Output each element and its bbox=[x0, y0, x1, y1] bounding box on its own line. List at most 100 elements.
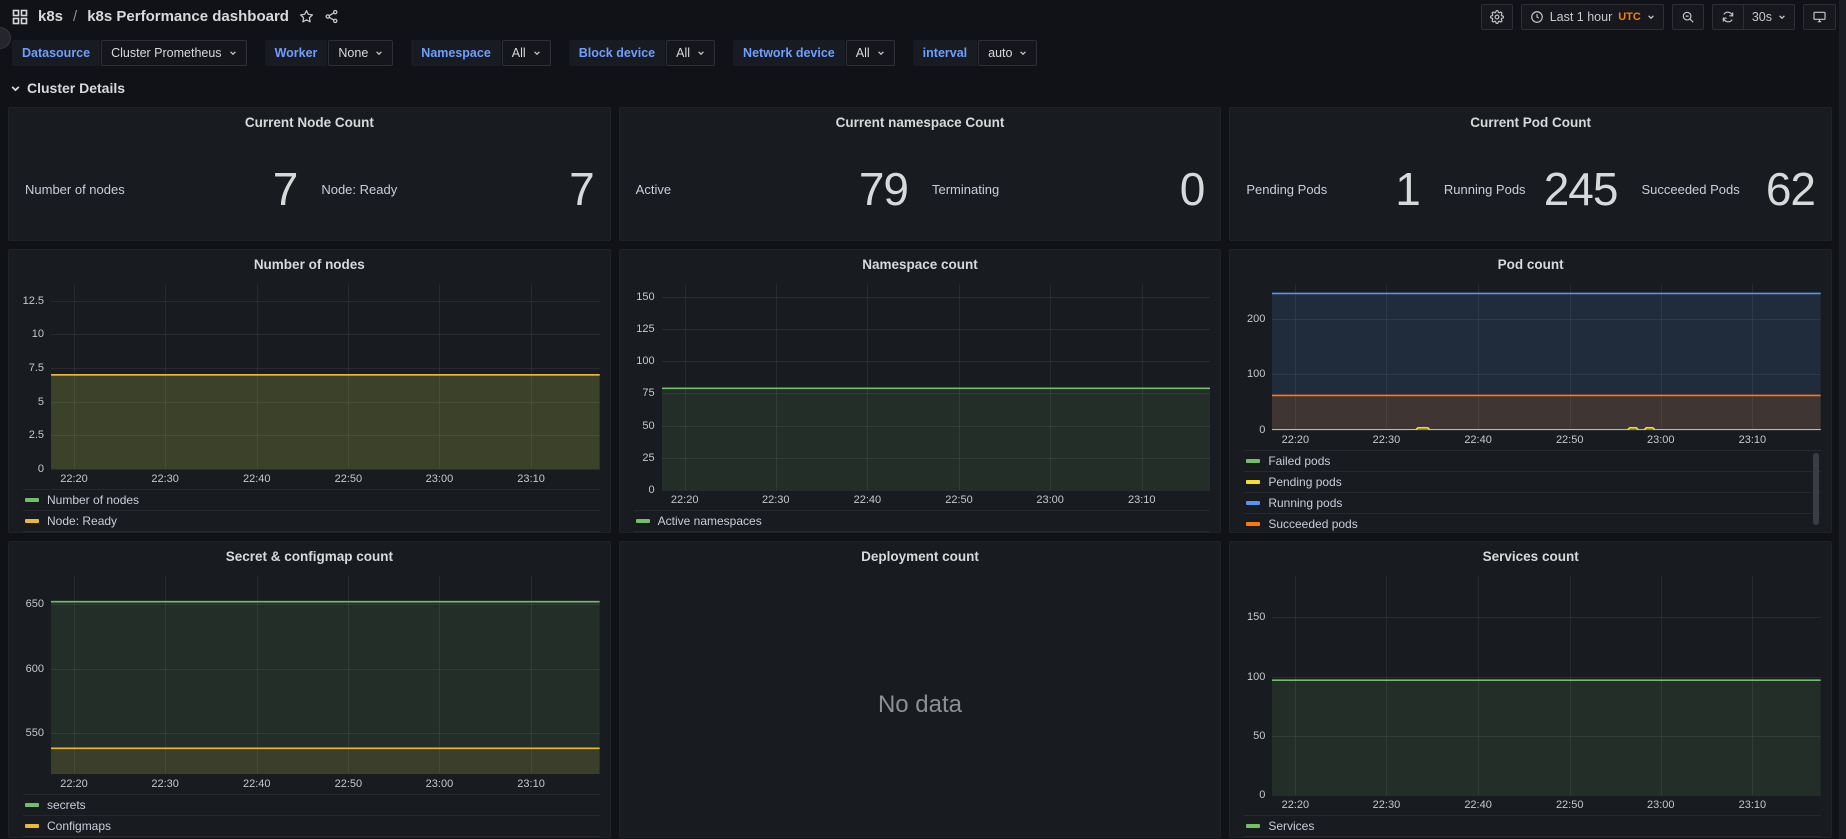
breadcrumb-dashboard-title[interactable]: k8s Performance dashboard bbox=[87, 8, 289, 25]
legend-item[interactable]: Failed pods bbox=[1244, 450, 1821, 471]
legend-label: Active namespaces bbox=[657, 514, 762, 528]
y-axis: 0 25 50 75 100 125 150 bbox=[626, 284, 662, 496]
y-axis: 0 100 200 bbox=[1236, 284, 1272, 436]
legend: Active namespaces bbox=[633, 510, 1211, 532]
legend-swatch bbox=[25, 824, 39, 828]
plot-area: 550 600 650 bbox=[15, 576, 600, 774]
y-axis-tick-label: 200 bbox=[1246, 312, 1266, 325]
stat-value: 79 bbox=[858, 163, 909, 215]
magnifier-minus-icon bbox=[1682, 11, 1694, 23]
legend-swatch bbox=[1246, 480, 1261, 484]
y-axis-tick-label: 0 bbox=[1259, 789, 1266, 801]
top-navbar: k8s / k8s Performance dashboard Last 1 h… bbox=[0, 0, 1846, 33]
x-axis: 22:20 22:30 22:40 22:50 23:00 23:10 bbox=[51, 469, 600, 489]
x-axis-tick-label: 23:00 bbox=[1647, 799, 1675, 811]
panel-title[interactable]: Current Node Count bbox=[9, 108, 610, 138]
legend-item[interactable]: secrets bbox=[23, 794, 600, 815]
plot-canvas[interactable] bbox=[1272, 576, 1821, 796]
panel-title[interactable]: Services count bbox=[1230, 542, 1831, 572]
y-axis-tick-label: 100 bbox=[636, 355, 655, 368]
legend-item[interactable]: Node: Ready bbox=[23, 510, 600, 531]
page-scrollbar[interactable] bbox=[1839, 0, 1846, 839]
x-axis-tick-label: 22:30 bbox=[762, 494, 790, 506]
panel-title[interactable]: Deployment count bbox=[620, 542, 1221, 572]
var-value-block-device[interactable]: All bbox=[666, 40, 716, 66]
time-range-button[interactable]: Last 1 hour UTC bbox=[1520, 3, 1664, 30]
panel-title[interactable]: Current namespace Count bbox=[620, 108, 1221, 138]
legend-item[interactable]: Succeeded pods bbox=[1244, 513, 1821, 532]
x-axis-tick-label: 22:40 bbox=[242, 778, 271, 790]
y-axis-tick-label: 2.5 bbox=[28, 429, 44, 442]
y-axis-tick-label: 0 bbox=[37, 463, 44, 475]
series-area bbox=[51, 374, 600, 469]
x-axis-tick-label: 22:30 bbox=[151, 473, 179, 485]
refresh-button[interactable] bbox=[1711, 3, 1743, 30]
panel-services-count: Services count 0 50 100 150 22:20 22:30 22:40 2… bbox=[1229, 541, 1832, 838]
tv-kiosk-button[interactable] bbox=[1803, 3, 1836, 30]
y-axis-tick-label: 75 bbox=[642, 387, 655, 400]
refresh-interval-dropdown[interactable]: 30s bbox=[1742, 3, 1795, 30]
stat-value: 0 bbox=[1179, 163, 1206, 215]
plot-canvas[interactable] bbox=[1272, 284, 1821, 431]
y-axis-tick-label: 25 bbox=[642, 451, 655, 464]
legend: secrets Configmaps bbox=[23, 794, 600, 837]
breadcrumb-app[interactable]: k8s bbox=[38, 8, 63, 25]
series-svg bbox=[661, 284, 1211, 490]
stat-value: 245 bbox=[1543, 163, 1619, 215]
legend-item[interactable]: Active namespaces bbox=[633, 510, 1211, 531]
x-axis-tick-label: 22:50 bbox=[945, 494, 973, 506]
legend-swatch bbox=[1246, 459, 1261, 463]
var-value-interval[interactable]: auto bbox=[978, 40, 1038, 66]
panel-title[interactable]: Number of nodes bbox=[9, 250, 610, 280]
stat-label: Running Pods bbox=[1443, 181, 1526, 197]
zoom-out-button[interactable] bbox=[1671, 3, 1704, 30]
section-title: Cluster Details bbox=[27, 80, 126, 96]
legend-item[interactable]: Number of nodes bbox=[23, 489, 600, 510]
stat-label: Node: Ready bbox=[321, 181, 398, 197]
time-range-label: Last 1 hour bbox=[1549, 9, 1613, 24]
section-cluster-details[interactable]: Cluster Details bbox=[0, 73, 1846, 107]
x-axis-tick-label: 23:00 bbox=[1036, 494, 1064, 506]
panel-title[interactable]: Current Pod Count bbox=[1230, 108, 1831, 138]
panel-title[interactable]: Secret & configmap count bbox=[9, 542, 610, 572]
x-axis-tick-label: 23:10 bbox=[517, 778, 545, 790]
plot-canvas[interactable] bbox=[51, 284, 600, 470]
var-value-datasource[interactable]: Cluster Prometheus bbox=[101, 40, 247, 66]
legend-item[interactable]: Configmaps bbox=[23, 815, 600, 836]
legend-item[interactable]: Pending pods bbox=[1244, 471, 1821, 492]
apps-grid-icon[interactable] bbox=[12, 9, 28, 25]
y-axis-tick-label: 50 bbox=[642, 419, 655, 432]
legend-swatch bbox=[25, 498, 39, 502]
x-axis-tick-label: 22:30 bbox=[151, 778, 179, 790]
panel-title[interactable]: Pod count bbox=[1230, 250, 1831, 280]
favorite-star-button[interactable] bbox=[299, 9, 314, 24]
series-svg bbox=[51, 284, 600, 469]
legend: Failed pods Pending pods Running pods Succe… bbox=[1244, 450, 1821, 532]
chevron-down-icon bbox=[698, 51, 704, 56]
var-value-namespace[interactable]: All bbox=[501, 40, 551, 66]
legend-scrollbar-thumb[interactable] bbox=[1813, 453, 1819, 525]
var-value-worker[interactable]: None bbox=[328, 40, 394, 66]
stat-label: Succeeded Pods bbox=[1641, 181, 1740, 197]
legend-item[interactable]: Services bbox=[1244, 815, 1821, 836]
dashboard-settings-button[interactable] bbox=[1480, 3, 1513, 30]
series-area bbox=[1272, 680, 1821, 795]
y-axis-tick-label: 125 bbox=[636, 323, 655, 336]
var-value-network-device[interactable]: All bbox=[845, 40, 895, 66]
monitor-icon bbox=[1813, 11, 1826, 22]
series-area bbox=[1272, 395, 1821, 430]
panel-current-namespace-count: Current namespace Count Active 79 Termin… bbox=[618, 107, 1222, 241]
panel-secret-configmap-count: Secret & configmap count 550 600 650 22:20 2… bbox=[8, 541, 611, 838]
y-axis-tick-label: 100 bbox=[1246, 670, 1266, 683]
section-collapse-icon bbox=[11, 85, 20, 91]
share-button[interactable] bbox=[324, 9, 339, 24]
legend-swatch bbox=[25, 803, 39, 807]
stat-label: Terminating bbox=[932, 181, 1000, 197]
plot-canvas[interactable] bbox=[51, 576, 600, 774]
legend-label: Number of nodes bbox=[47, 493, 140, 507]
panel-title[interactable]: Namespace count bbox=[620, 250, 1221, 280]
y-axis: 0 50 100 150 bbox=[1236, 576, 1272, 801]
plot-canvas[interactable] bbox=[661, 284, 1211, 491]
legend-item[interactable]: Running pods bbox=[1244, 492, 1821, 513]
panel-number-of-nodes: Number of nodes 0 2.5 5 7.5 10 12.5 22:20 22:30… bbox=[8, 249, 611, 533]
